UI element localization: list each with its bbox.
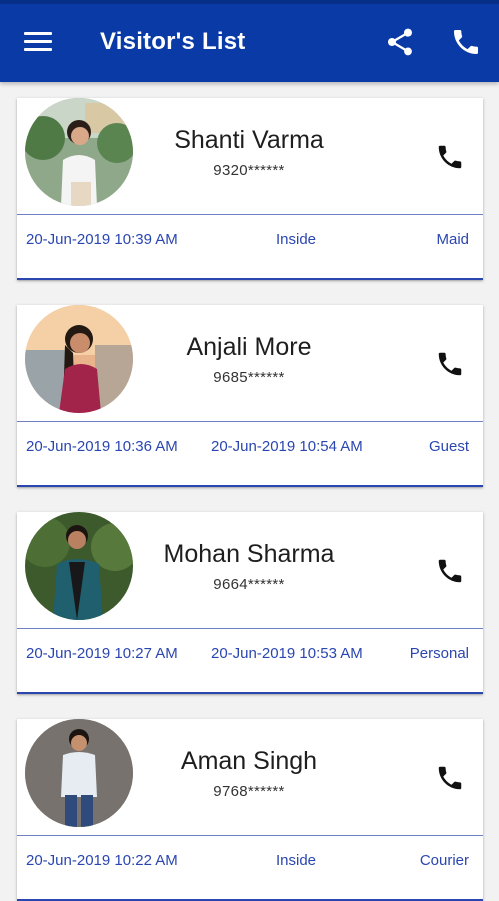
in-time: 20-Jun-2019 10:22 AM bbox=[26, 852, 178, 869]
in-time: 20-Jun-2019 10:39 AM bbox=[26, 231, 178, 248]
visitor-phone: 9768****** bbox=[213, 783, 285, 800]
visitor-name: Aman Singh bbox=[180, 747, 318, 775]
visitor-phone: 9320****** bbox=[213, 162, 285, 179]
visitor-phone: 9685****** bbox=[213, 369, 285, 386]
in-time: 20-Jun-2019 10:27 AM bbox=[26, 645, 178, 662]
visitor-card[interactable]: Shanti Varma 9320****** 20-Jun-2019 10:3… bbox=[17, 98, 483, 280]
visitor-type: Maid bbox=[436, 231, 469, 248]
divider bbox=[17, 628, 483, 629]
visitor-avatar bbox=[25, 719, 133, 827]
visitor-type: Courier bbox=[419, 852, 469, 869]
visitor-phone: 9664****** bbox=[213, 576, 285, 593]
phone-icon[interactable] bbox=[435, 349, 465, 379]
out-time: 20-Jun-2019 10:54 AM bbox=[211, 438, 363, 455]
visitor-name: Shanti Varma bbox=[174, 126, 324, 154]
share-icon[interactable] bbox=[384, 26, 416, 58]
visitor-type: Guest bbox=[428, 438, 469, 455]
page-title: Visitor's List bbox=[100, 28, 246, 55]
visitor-status: Inside bbox=[275, 852, 317, 869]
visitor-avatar bbox=[25, 512, 133, 620]
out-time: 20-Jun-2019 10:53 AM bbox=[211, 645, 363, 662]
app-bar: Visitor's List bbox=[0, 0, 499, 82]
phone-icon[interactable] bbox=[435, 556, 465, 586]
divider bbox=[17, 214, 483, 215]
visitor-name: Anjali More bbox=[186, 333, 312, 361]
visitor-avatar bbox=[25, 305, 133, 413]
status-strip bbox=[0, 0, 499, 4]
divider bbox=[17, 421, 483, 422]
in-time: 20-Jun-2019 10:36 AM bbox=[26, 438, 178, 455]
phone-icon[interactable] bbox=[435, 763, 465, 793]
phone-icon[interactable] bbox=[450, 26, 482, 58]
visitor-type: Personal bbox=[409, 645, 469, 662]
hamburger-menu-icon[interactable] bbox=[24, 30, 52, 54]
visitor-card[interactable]: Anjali More 9685****** 20-Jun-2019 10:36… bbox=[17, 305, 483, 487]
visitor-name: Mohan Sharma bbox=[163, 540, 335, 568]
visitor-card[interactable]: Aman Singh 9768****** 20-Jun-2019 10:22 … bbox=[17, 719, 483, 901]
visitor-status: Inside bbox=[275, 231, 317, 248]
visitor-avatar bbox=[25, 98, 133, 206]
phone-icon[interactable] bbox=[435, 142, 465, 172]
visitor-card[interactable]: Mohan Sharma 9664****** 20-Jun-2019 10:2… bbox=[17, 512, 483, 694]
divider bbox=[17, 835, 483, 836]
